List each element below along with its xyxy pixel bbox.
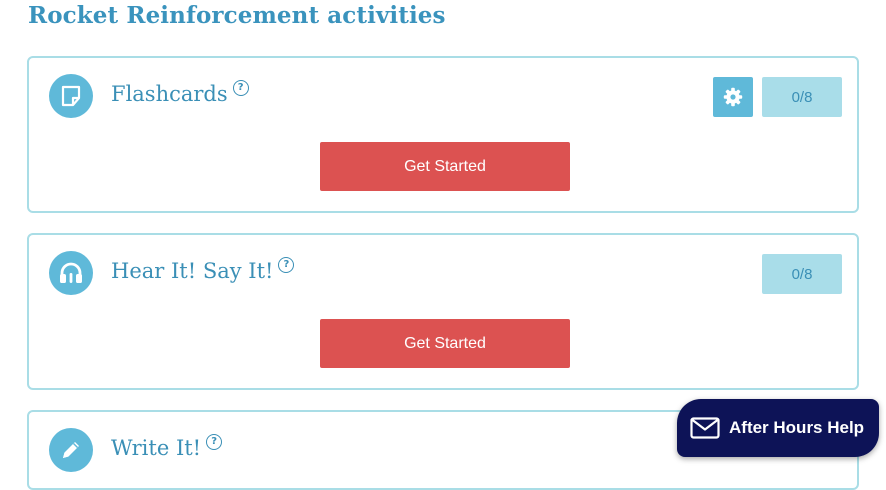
get-started-button[interactable]: Get Started [320,142,570,191]
sticky-note-icon [49,74,93,118]
page-title: Rocket Reinforcement activities [28,2,446,29]
activity-card-flashcards: Flashcards? 0/8 Get Started [27,56,859,213]
after-hours-help-label: After Hours Help [729,418,865,437]
activity-title: Hear It! Say It!? [111,257,295,283]
activity-title-text: Flashcards [111,82,228,106]
after-hours-help-button[interactable]: After Hours Help [677,399,879,457]
activity-title-text: Hear It! Say It! [111,259,274,283]
progress-badge: 0/8 [762,254,842,294]
headphones-icon [49,251,93,295]
get-started-button[interactable]: Get Started [320,319,570,368]
pencil-icon [49,428,93,472]
gear-icon [723,87,743,107]
help-question-icon[interactable]: ? [232,80,249,96]
envelope-icon [690,417,720,439]
activity-title: Flashcards? [111,80,249,106]
activity-card-hear-it-say-it: Hear It! Say It!? 0/8 Get Started [27,233,859,390]
activity-title: Write It!? [111,434,223,460]
settings-button[interactable] [713,77,753,117]
activity-title-text: Write It! [111,436,202,460]
help-question-icon[interactable]: ? [278,257,295,273]
help-question-icon[interactable]: ? [206,434,223,450]
progress-badge: 0/8 [762,77,842,117]
